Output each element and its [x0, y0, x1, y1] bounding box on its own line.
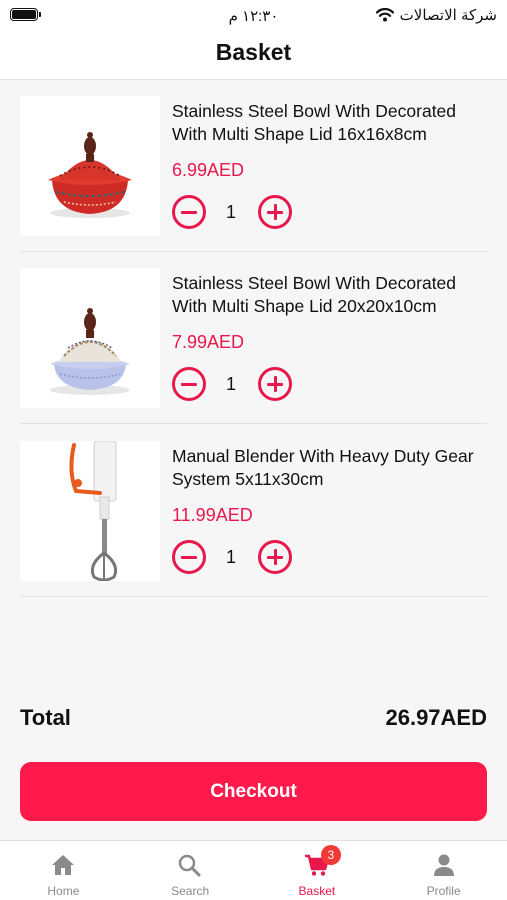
status-bar: ١٢:٣٠ م شركة الاتصالات: [0, 0, 507, 30]
decrease-quantity-button[interactable]: [172, 367, 206, 401]
tab-label: Basket: [298, 884, 336, 898]
decrease-quantity-button[interactable]: [172, 195, 206, 229]
tab-profile[interactable]: Profile: [380, 841, 507, 900]
cart-count-badge: 3: [320, 845, 341, 865]
wifi-icon: [375, 8, 394, 22]
item-price: 6.99AED: [172, 160, 245, 180]
home-icon: [52, 855, 75, 875]
blue-decorated-bowl-image[interactable]: [20, 268, 160, 408]
checkout-button[interactable]: Checkout: [20, 762, 487, 821]
increase-quantity-button[interactable]: [258, 367, 292, 401]
search-icon: [178, 854, 201, 877]
carrier-name: شركة الاتصالات: [399, 7, 497, 24]
quantity-value: 1: [225, 547, 236, 567]
person-icon: [433, 854, 454, 876]
quantity-value: 1: [225, 202, 236, 222]
item-price: 7.99AED: [172, 332, 245, 352]
tab-label: Search: [171, 884, 210, 898]
tab-search[interactable]: Search: [127, 841, 254, 900]
carrier-info: شركة الاتصالات: [375, 6, 497, 24]
header: Basket: [0, 30, 507, 80]
basket-item: Stainless Steel Bowl With Decorated With…: [20, 80, 487, 252]
basket-item: Manual Blender With Heavy Duty Gear Syst…: [20, 425, 487, 597]
quantity-value: 1: [225, 374, 236, 394]
total-value: 26.97AED: [385, 705, 487, 730]
tab-basket[interactable]: 3 Basket: [254, 841, 381, 900]
page-title: Basket: [215, 39, 292, 65]
item-price: 11.99AED: [172, 505, 253, 525]
total-label: Total: [20, 705, 71, 730]
red-decorated-bowl-image[interactable]: [20, 96, 160, 236]
basket-item: Stainless Steel Bowl With Decorated With…: [20, 252, 487, 424]
item-name: Stainless Steel Bowl With Decorated With…: [172, 101, 457, 144]
item-name: Manual Blender With Heavy Duty Gear Syst…: [172, 446, 474, 489]
tab-label: Profile: [426, 884, 461, 898]
decrease-quantity-button[interactable]: [172, 540, 206, 574]
increase-quantity-button[interactable]: [258, 195, 292, 229]
manual-blender-image[interactable]: [20, 440, 160, 582]
bottom-tab-bar: Home Search 3 Basket Profile: [0, 840, 507, 900]
increase-quantity-button[interactable]: [258, 540, 292, 574]
item-name: Stainless Steel Bowl With Decorated With…: [172, 273, 457, 316]
tab-label: Home: [47, 884, 80, 898]
tab-home[interactable]: Home: [0, 841, 127, 900]
